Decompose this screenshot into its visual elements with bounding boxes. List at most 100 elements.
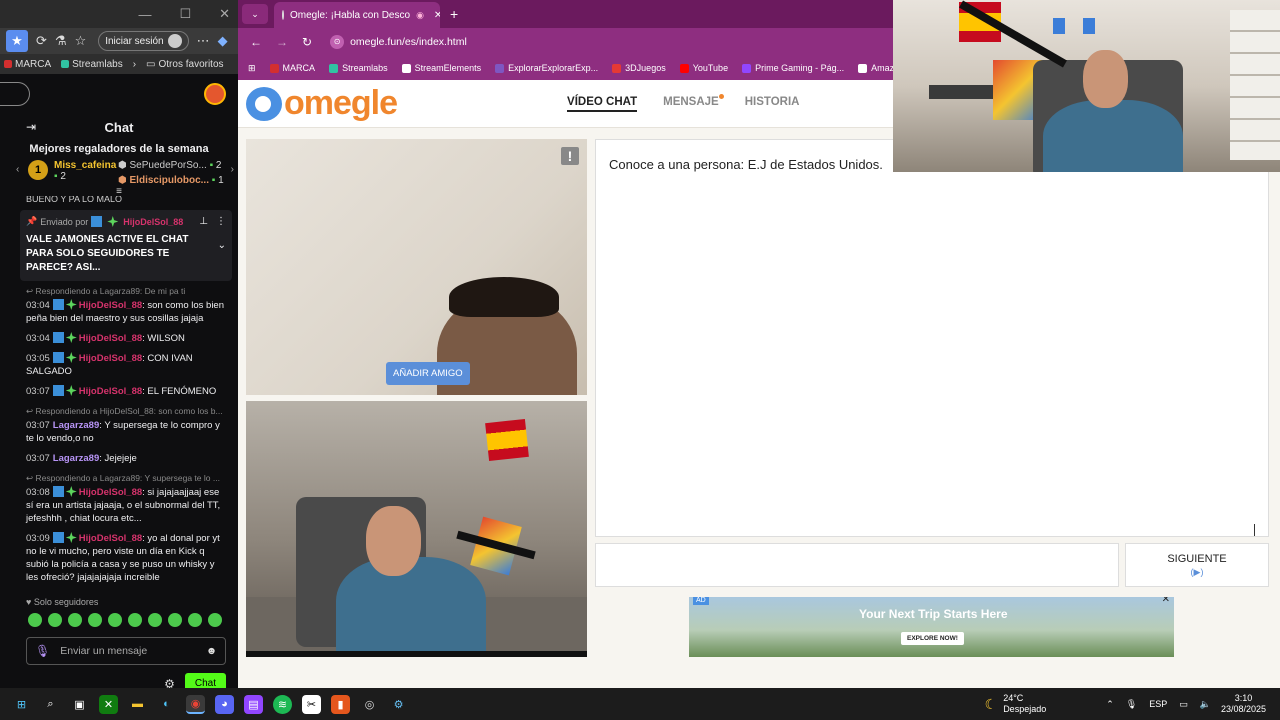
- bookmark-item[interactable]: Prime Gaming - Pág...: [742, 63, 844, 73]
- emote-icon[interactable]: [128, 613, 142, 627]
- volume-icon[interactable]: 🔈: [1200, 699, 1211, 710]
- bookmark-streamlabs[interactable]: Streamlabs: [61, 59, 123, 70]
- pin-icon[interactable]: ⊥: [199, 216, 208, 227]
- signin-button[interactable]: Iniciar sesión: [98, 31, 189, 51]
- edge-icon[interactable]: ◐: [157, 695, 176, 714]
- favorite-star-icon[interactable]: ★: [6, 30, 28, 52]
- message-username[interactable]: HijoDelSol_88: [79, 487, 142, 498]
- copilot-icon[interactable]: ◆: [218, 33, 228, 49]
- chat-message[interactable]: 03:05 HijoDelSol_88: CON IVAN SALGADO: [26, 352, 228, 378]
- file-explorer-icon[interactable]: ▬: [128, 695, 147, 714]
- chevron-right-icon[interactable]: ›: [231, 164, 234, 175]
- minimize-icon[interactable]: —: [138, 7, 151, 22]
- bookmark-item[interactable]: YouTube: [679, 63, 728, 73]
- forward-icon[interactable]: →: [276, 35, 288, 49]
- close-tab-icon[interactable]: ✕: [434, 10, 440, 21]
- report-button[interactable]: !: [561, 147, 579, 165]
- maximize-icon[interactable]: ☐: [179, 6, 191, 22]
- clock[interactable]: 3:10 23/08/2025: [1221, 693, 1266, 715]
- chevron-down-icon[interactable]: ⌄: [218, 240, 226, 251]
- emote-icon[interactable]: [148, 613, 162, 627]
- emote-icon[interactable]: [68, 613, 82, 627]
- chat-send-button[interactable]: Chat: [184, 673, 226, 688]
- emote-icon[interactable]: [48, 613, 62, 627]
- chat-message[interactable]: ↩ Respondiendo a Lagarza89: Y supersega …: [26, 472, 228, 525]
- url-field[interactable]: ⊙ omegle.fun/es/index.html: [330, 35, 467, 49]
- more-icon[interactable]: ⋯: [197, 33, 210, 49]
- obs-icon[interactable]: ◎: [360, 695, 379, 714]
- message-input[interactable]: [595, 543, 1119, 587]
- gifter-2[interactable]: ⬢ SePuedePorSo... ▪ 2: [118, 160, 221, 171]
- capcut-icon[interactable]: ✂: [302, 694, 321, 714]
- emote-icon[interactable]: [188, 613, 202, 627]
- microphone-icon[interactable]: 🎙: [1126, 699, 1137, 710]
- omegle-logo[interactable]: omegle: [246, 84, 398, 123]
- xbox-icon[interactable]: ✕: [99, 694, 118, 714]
- chat-message[interactable]: ↩ Respondiendo a Lagarza89: De mi pa ti 0…: [26, 285, 228, 325]
- chevron-right-icon[interactable]: ›: [133, 59, 136, 70]
- chevron-up-icon[interactable]: ⌃: [1106, 699, 1114, 710]
- task-view-icon[interactable]: ▣: [70, 695, 89, 714]
- new-tab-icon[interactable]: +: [450, 6, 458, 22]
- emoji-icon[interactable]: ☻: [206, 645, 217, 657]
- chevron-left-icon[interactable]: ‹: [16, 164, 19, 175]
- chrome-icon[interactable]: ◉: [186, 694, 205, 714]
- chat-message[interactable]: 03:07 HijoDelSol_88: EL FENÓMENO: [26, 385, 228, 398]
- close-ad-icon[interactable]: ✕: [1162, 597, 1170, 605]
- filter-icon[interactable]: ≡: [0, 187, 238, 197]
- favorites-icon[interactable]: ☆: [75, 33, 87, 49]
- nav-message[interactable]: MENSAJE: [663, 93, 724, 112]
- gear-icon[interactable]: ⚙: [164, 677, 175, 689]
- message-username[interactable]: Lagarza89: [53, 453, 99, 464]
- ad-banner[interactable]: AD Your Next Trip Starts Here EXPLORE NO…: [689, 597, 1174, 657]
- twitch-icon[interactable]: ▤: [244, 694, 263, 714]
- emote-icon[interactable]: [28, 613, 42, 627]
- weather-widget[interactable]: ☾ 24°C Despejado: [985, 693, 1047, 715]
- fl-studio-icon[interactable]: ▮: [331, 694, 350, 714]
- tab-menu-icon[interactable]: ⌄: [242, 4, 268, 24]
- chat-message[interactable]: ↩ Respondiendo a HijoDelSol_88: son como…: [26, 405, 228, 445]
- message-username[interactable]: HijoDelSol_88: [79, 333, 142, 344]
- search-icon[interactable]: ⌕: [41, 695, 60, 714]
- nav-history[interactable]: HISTORIA: [745, 96, 800, 112]
- collapse-chat-icon[interactable]: ⇥: [26, 120, 36, 134]
- network-icon[interactable]: ▭: [1179, 699, 1188, 710]
- chat-input[interactable]: 🎙 Enviar un mensaje ☻: [26, 637, 226, 665]
- next-button[interactable]: SIGUIENTE (▶): [1125, 543, 1269, 587]
- more-options-icon[interactable]: ⋮: [216, 216, 226, 227]
- bookmark-other-favorites[interactable]: ▭ Otros favoritos: [146, 59, 223, 70]
- bookmark-marca[interactable]: MARCA: [4, 59, 51, 70]
- bookmark-item[interactable]: Streamlabs: [329, 63, 388, 73]
- reload-icon[interactable]: ↻: [302, 35, 312, 49]
- spotify-icon[interactable]: ≋: [273, 694, 292, 714]
- pinned-message[interactable]: 📌 Enviado por HijoDelSol_88 ⊥ ⋮ ⌄ VALE JAM…: [20, 210, 232, 281]
- extensions-icon[interactable]: ⟳: [36, 33, 47, 49]
- user-avatar[interactable]: [204, 83, 226, 105]
- pinned-user[interactable]: HijoDelSol_88: [123, 217, 183, 227]
- emote-icon[interactable]: [88, 613, 102, 627]
- microphone-icon[interactable]: 🎙: [35, 644, 50, 658]
- message-username[interactable]: HijoDelSol_88: [79, 300, 142, 311]
- search-pill[interactable]: [0, 82, 30, 106]
- message-username[interactable]: HijoDelSol_88: [79, 533, 142, 544]
- gifter-1[interactable]: 1 Miss_cafeina ▪ 2: [28, 160, 116, 182]
- collections-icon[interactable]: ⚗: [55, 33, 67, 49]
- ad-cta-button[interactable]: EXPLORE NOW!: [901, 632, 964, 645]
- emote-icon[interactable]: [168, 613, 182, 627]
- site-info-icon[interactable]: ⊙: [330, 35, 345, 49]
- chat-message[interactable]: 03:04 HijoDelSol_88: WILSON: [26, 332, 228, 345]
- message-username[interactable]: HijoDelSol_88: [79, 353, 142, 364]
- close-icon[interactable]: ✕: [219, 6, 230, 22]
- bookmark-item[interactable]: ExplorarExplorarExp...: [495, 63, 598, 73]
- back-icon[interactable]: ←: [250, 35, 262, 49]
- bookmark-item[interactable]: StreamElements: [401, 63, 481, 73]
- emote-icon[interactable]: [108, 613, 122, 627]
- steam-icon[interactable]: ⚙: [389, 695, 408, 714]
- bookmark-item[interactable]: 3DJuegos: [612, 63, 666, 73]
- message-username[interactable]: Lagarza89: [53, 420, 99, 431]
- chat-message[interactable]: 03:07 Lagarza89: Jejejeje: [26, 452, 228, 465]
- add-friend-button[interactable]: AÑADIR AMIGO: [386, 362, 470, 385]
- gifter-3[interactable]: ⬢ Eldiscipuloboc... ▪ 1: [118, 175, 224, 186]
- nav-video-chat[interactable]: VÍDEO CHAT: [567, 96, 638, 112]
- windows-start-icon[interactable]: ⊞: [12, 695, 31, 714]
